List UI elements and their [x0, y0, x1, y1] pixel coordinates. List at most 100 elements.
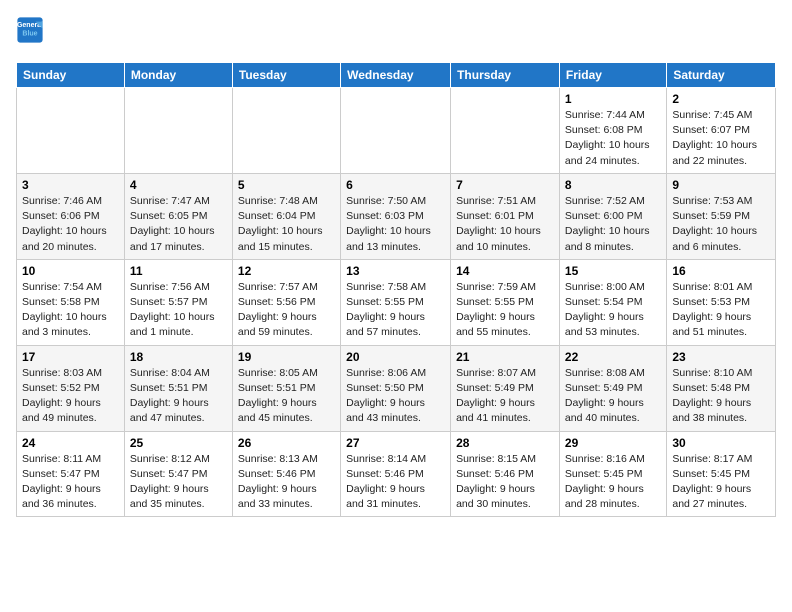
weekday-header-cell: Monday: [124, 63, 232, 88]
weekday-header-cell: Wednesday: [341, 63, 451, 88]
day-info: Sunrise: 8:10 AM Sunset: 5:48 PM Dayligh…: [672, 366, 770, 427]
calendar-week-row: 3Sunrise: 7:46 AM Sunset: 6:06 PM Daylig…: [17, 173, 776, 259]
day-number: 11: [130, 264, 227, 278]
day-info: Sunrise: 8:07 AM Sunset: 5:49 PM Dayligh…: [456, 366, 554, 427]
calendar-day-cell: 6 Sunrise: 7:50 AM Sunset: 6:03 PM Daylig…: [341, 173, 451, 259]
day-info: Sunrise: 7:56 AM Sunset: 5:57 PM Dayligh…: [130, 280, 227, 341]
day-number: 3: [22, 178, 119, 192]
day-number: 14: [456, 264, 554, 278]
day-number: 17: [22, 350, 119, 364]
day-info: Sunrise: 7:47 AM Sunset: 6:05 PM Dayligh…: [130, 194, 227, 255]
day-info: Sunrise: 7:51 AM Sunset: 6:01 PM Dayligh…: [456, 194, 554, 255]
calendar-day-cell: 24 Sunrise: 8:11 AM Sunset: 5:47 PM Dayli…: [17, 431, 125, 517]
calendar-day-cell: 5 Sunrise: 7:48 AM Sunset: 6:04 PM Daylig…: [232, 173, 340, 259]
day-info: Sunrise: 7:53 AM Sunset: 5:59 PM Dayligh…: [672, 194, 770, 255]
weekday-header-cell: Thursday: [451, 63, 560, 88]
weekday-header-cell: Friday: [559, 63, 666, 88]
day-number: 15: [565, 264, 661, 278]
calendar-week-row: 1 Sunrise: 7:44 AM Sunset: 6:08 PM Daylig…: [17, 88, 776, 174]
calendar-day-cell: 28 Sunrise: 8:15 AM Sunset: 5:46 PM Dayli…: [451, 431, 560, 517]
day-number: 9: [672, 178, 770, 192]
day-info: Sunrise: 8:08 AM Sunset: 5:49 PM Dayligh…: [565, 366, 661, 427]
calendar-day-cell: 3Sunrise: 7:46 AM Sunset: 6:06 PM Daylig…: [17, 173, 125, 259]
calendar-day-cell: [341, 88, 451, 174]
day-info: Sunrise: 7:50 AM Sunset: 6:03 PM Dayligh…: [346, 194, 445, 255]
calendar-day-cell: [124, 88, 232, 174]
day-number: 6: [346, 178, 445, 192]
calendar-day-cell: 2 Sunrise: 7:45 AM Sunset: 6:07 PM Daylig…: [667, 88, 776, 174]
day-number: 23: [672, 350, 770, 364]
day-number: 8: [565, 178, 661, 192]
calendar-day-cell: [17, 88, 125, 174]
calendar-day-cell: 13 Sunrise: 7:58 AM Sunset: 5:55 PM Dayli…: [341, 259, 451, 345]
day-info: Sunrise: 8:15 AM Sunset: 5:46 PM Dayligh…: [456, 452, 554, 513]
svg-text:Blue: Blue: [22, 31, 37, 38]
day-number: 5: [238, 178, 335, 192]
day-number: 26: [238, 436, 335, 450]
calendar-day-cell: 26 Sunrise: 8:13 AM Sunset: 5:46 PM Dayli…: [232, 431, 340, 517]
day-number: 12: [238, 264, 335, 278]
day-info: Sunrise: 7:59 AM Sunset: 5:55 PM Dayligh…: [456, 280, 554, 341]
calendar-week-row: 17 Sunrise: 8:03 AM Sunset: 5:52 PM Dayli…: [17, 345, 776, 431]
day-info: Sunrise: 7:48 AM Sunset: 6:04 PM Dayligh…: [238, 194, 335, 255]
day-info: Sunrise: 7:58 AM Sunset: 5:55 PM Dayligh…: [346, 280, 445, 341]
calendar-day-cell: 19Sunrise: 8:05 AM Sunset: 5:51 PM Dayli…: [232, 345, 340, 431]
day-number: 24: [22, 436, 119, 450]
calendar-week-row: 24 Sunrise: 8:11 AM Sunset: 5:47 PM Dayli…: [17, 431, 776, 517]
day-info: Sunrise: 8:04 AM Sunset: 5:51 PM Dayligh…: [130, 366, 227, 427]
day-number: 30: [672, 436, 770, 450]
day-number: 16: [672, 264, 770, 278]
day-info: Sunrise: 7:44 AM Sunset: 6:08 PM Dayligh…: [565, 108, 661, 169]
calendar-day-cell: 1 Sunrise: 7:44 AM Sunset: 6:08 PM Daylig…: [559, 88, 666, 174]
calendar-day-cell: 7 Sunrise: 7:51 AM Sunset: 6:01 PM Daylig…: [451, 173, 560, 259]
logo: General Blue: [16, 16, 48, 44]
day-info: Sunrise: 8:14 AM Sunset: 5:46 PM Dayligh…: [346, 452, 445, 513]
calendar-day-cell: 27Sunrise: 8:14 AM Sunset: 5:46 PM Dayli…: [341, 431, 451, 517]
calendar-day-cell: 25Sunrise: 8:12 AM Sunset: 5:47 PM Dayli…: [124, 431, 232, 517]
day-info: Sunrise: 8:11 AM Sunset: 5:47 PM Dayligh…: [22, 452, 119, 513]
calendar-day-cell: 29Sunrise: 8:16 AM Sunset: 5:45 PM Dayli…: [559, 431, 666, 517]
calendar-day-cell: 22 Sunrise: 8:08 AM Sunset: 5:49 PM Dayli…: [559, 345, 666, 431]
logo-icon: General Blue: [16, 16, 44, 44]
weekday-header-cell: Tuesday: [232, 63, 340, 88]
calendar-day-cell: 8 Sunrise: 7:52 AM Sunset: 6:00 PM Daylig…: [559, 173, 666, 259]
day-info: Sunrise: 8:16 AM Sunset: 5:45 PM Dayligh…: [565, 452, 661, 513]
day-info: Sunrise: 8:00 AM Sunset: 5:54 PM Dayligh…: [565, 280, 661, 341]
calendar-day-cell: 14 Sunrise: 7:59 AM Sunset: 5:55 PM Dayli…: [451, 259, 560, 345]
calendar-day-cell: 10 Sunrise: 7:54 AM Sunset: 5:58 PM Dayli…: [17, 259, 125, 345]
day-info: Sunrise: 8:17 AM Sunset: 5:45 PM Dayligh…: [672, 452, 770, 513]
calendar-day-cell: 23 Sunrise: 8:10 AM Sunset: 5:48 PM Dayli…: [667, 345, 776, 431]
day-number: 28: [456, 436, 554, 450]
day-number: 1: [565, 92, 661, 106]
calendar-day-cell: 17 Sunrise: 8:03 AM Sunset: 5:52 PM Dayli…: [17, 345, 125, 431]
day-info: Sunrise: 7:54 AM Sunset: 5:58 PM Dayligh…: [22, 280, 119, 341]
calendar-table: SundayMondayTuesdayWednesdayThursdayFrid…: [16, 62, 776, 517]
day-info: Sunrise: 7:52 AM Sunset: 6:00 PM Dayligh…: [565, 194, 661, 255]
day-number: 20: [346, 350, 445, 364]
day-number: 22: [565, 350, 661, 364]
day-number: 7: [456, 178, 554, 192]
day-info: Sunrise: 7:45 AM Sunset: 6:07 PM Dayligh…: [672, 108, 770, 169]
day-info: Sunrise: 7:57 AM Sunset: 5:56 PM Dayligh…: [238, 280, 335, 341]
calendar-day-cell: 18Sunrise: 8:04 AM Sunset: 5:51 PM Dayli…: [124, 345, 232, 431]
day-number: 10: [22, 264, 119, 278]
day-number: 2: [672, 92, 770, 106]
day-info: Sunrise: 8:03 AM Sunset: 5:52 PM Dayligh…: [22, 366, 119, 427]
calendar-day-cell: [232, 88, 340, 174]
day-number: 21: [456, 350, 554, 364]
day-number: 4: [130, 178, 227, 192]
day-number: 19: [238, 350, 335, 364]
calendar-day-cell: 16 Sunrise: 8:01 AM Sunset: 5:53 PM Dayli…: [667, 259, 776, 345]
weekday-header-cell: Sunday: [17, 63, 125, 88]
day-info: Sunrise: 8:12 AM Sunset: 5:47 PM Dayligh…: [130, 452, 227, 513]
calendar-day-cell: 20 Sunrise: 8:06 AM Sunset: 5:50 PM Dayli…: [341, 345, 451, 431]
day-info: Sunrise: 8:01 AM Sunset: 5:53 PM Dayligh…: [672, 280, 770, 341]
calendar-day-cell: 9 Sunrise: 7:53 AM Sunset: 5:59 PM Daylig…: [667, 173, 776, 259]
day-info: Sunrise: 8:13 AM Sunset: 5:46 PM Dayligh…: [238, 452, 335, 513]
calendar-day-cell: 21 Sunrise: 8:07 AM Sunset: 5:49 PM Dayli…: [451, 345, 560, 431]
calendar-day-cell: 12 Sunrise: 7:57 AM Sunset: 5:56 PM Dayli…: [232, 259, 340, 345]
day-number: 13: [346, 264, 445, 278]
calendar-week-row: 10 Sunrise: 7:54 AM Sunset: 5:58 PM Dayli…: [17, 259, 776, 345]
day-info: Sunrise: 8:06 AM Sunset: 5:50 PM Dayligh…: [346, 366, 445, 427]
calendar-day-cell: 30 Sunrise: 8:17 AM Sunset: 5:45 PM Dayli…: [667, 431, 776, 517]
